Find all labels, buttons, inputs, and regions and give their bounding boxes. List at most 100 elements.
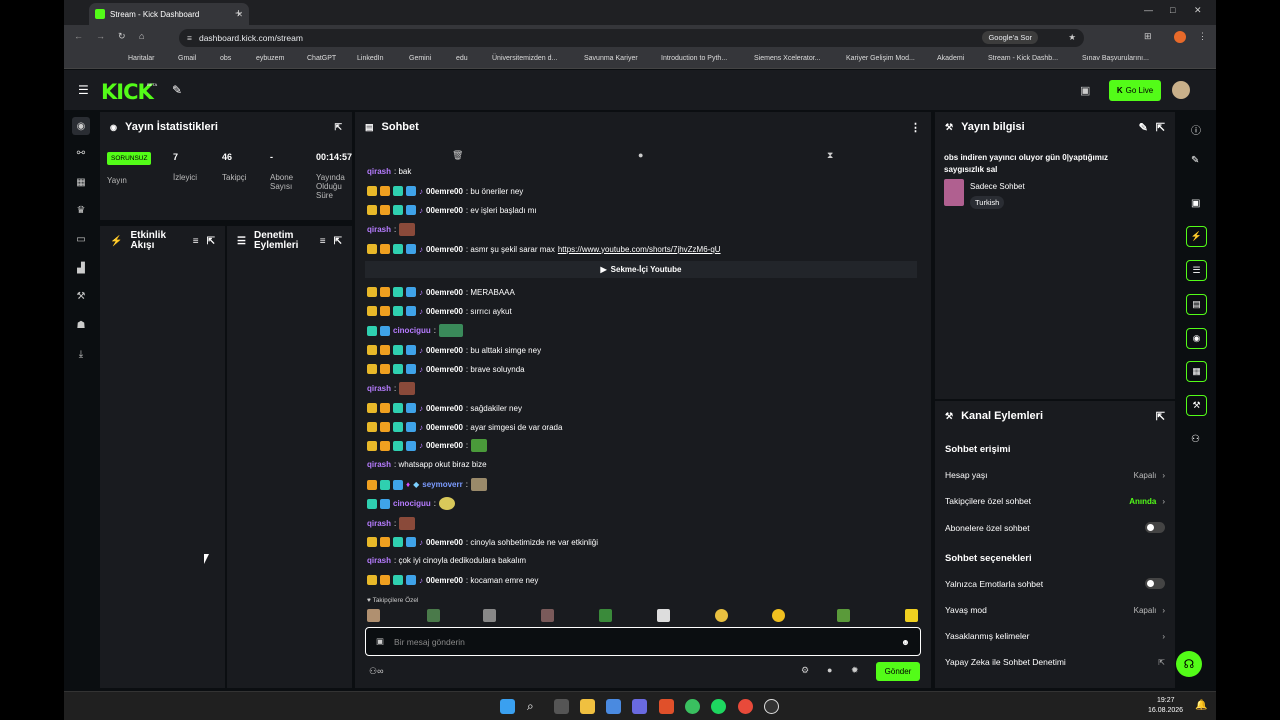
file-explorer-icon[interactable] [580, 699, 595, 714]
bookmark-item[interactable]: Akademi [937, 55, 964, 62]
download-icon[interactable]: ⤓ [75, 348, 87, 360]
emote-image[interactable] [427, 609, 440, 622]
emote-strip[interactable] [367, 609, 922, 623]
extensions-icon[interactable]: ⊞ [1144, 31, 1152, 42]
trophy-icon[interactable]: ♛ [75, 204, 87, 216]
bookmark-item[interactable]: LinkedIn [357, 55, 383, 62]
chat-link[interactable]: https://www.youtube.com/shorts/7jhvZzM6-… [558, 245, 721, 254]
tools-icon[interactable]: ✎ [172, 83, 182, 97]
display-icon[interactable]: ▣ [1080, 84, 1090, 97]
lightning-button[interactable]: ⚡ [1186, 226, 1207, 247]
chrome-icon[interactable] [738, 699, 753, 714]
hourglass-icon[interactable]: ⧗ [827, 150, 833, 161]
users-icon[interactable]: ⚇∞ [369, 666, 383, 677]
banned-words-row[interactable]: Yasaklanmış kelimeler › [945, 631, 1165, 641]
emotes-only-toggle[interactable] [1145, 578, 1165, 589]
broadcast-button[interactable]: ◉ [1186, 328, 1207, 349]
emote-image[interactable] [483, 609, 496, 622]
popout-icon[interactable]: ⇱ [334, 122, 342, 133]
pencil-icon[interactable]: ✎ [1191, 155, 1199, 166]
panel-icon[interactable]: ▣ [1191, 198, 1200, 209]
store-icon[interactable] [606, 699, 621, 714]
popout-icon[interactable]: ⇱ [1156, 410, 1165, 423]
wrench-icon[interactable]: ⚒ [75, 290, 87, 302]
bookmark-item[interactable]: eybuzem [256, 55, 284, 62]
send-button[interactable]: Gönder [876, 662, 920, 681]
search-icon[interactable]: ⌕ [527, 699, 542, 714]
popout-icon[interactable]: ⇱ [1156, 121, 1165, 134]
forward-icon[interactable]: → [96, 31, 105, 41]
bookmark-item[interactable]: Gmail [178, 55, 196, 62]
reload-icon[interactable]: ↻ [118, 31, 126, 42]
wrench-button[interactable]: ⚒ [1186, 395, 1207, 416]
followers-only-row[interactable]: Takipçilere özel sohbet Anında › [945, 496, 1165, 506]
support-icon[interactable]: ☊ [1176, 651, 1202, 677]
list-button[interactable]: ☰ [1186, 260, 1207, 281]
filter-icon[interactable]: ≡ [320, 236, 326, 247]
emote-image[interactable] [367, 609, 380, 622]
home-icon[interactable]: ⌂ [139, 31, 144, 41]
bookmark-item[interactable]: Introduction to Pyth... [661, 55, 727, 62]
whatsapp-icon[interactable] [685, 699, 700, 714]
settings-icon[interactable]: ⚙ [801, 665, 809, 676]
bookmark-item[interactable]: ChatGPT [307, 55, 336, 62]
subs-only-toggle[interactable] [1145, 522, 1165, 533]
emote-image[interactable] [599, 609, 612, 622]
kebab-icon[interactable]: ⋮ [910, 121, 921, 134]
notification-icon[interactable]: 🔔 [1195, 700, 1207, 711]
obs-icon[interactable] [764, 699, 779, 714]
slow-mode-row[interactable]: Yavaş mod Kapalı › [945, 605, 1165, 615]
back-icon[interactable]: ← [74, 31, 83, 41]
chat-bubble-icon[interactable]: ● [827, 665, 832, 675]
site-info-icon[interactable]: ≡ [187, 33, 192, 43]
video-icon[interactable]: ▭ [75, 233, 87, 245]
emote-image[interactable] [905, 609, 918, 622]
new-tab-icon[interactable]: + [235, 6, 242, 20]
bookmark-item[interactable]: Stream - Kick Dashb... [988, 55, 1058, 62]
emote-image[interactable] [541, 609, 554, 622]
emote-image[interactable] [657, 609, 670, 622]
close-window-icon[interactable]: ✕ [1194, 5, 1202, 16]
user-avatar[interactable] [1172, 81, 1190, 99]
app-icon[interactable] [632, 699, 647, 714]
kick-logo[interactable]: KICK [101, 80, 154, 104]
chat-button[interactable]: ▤ [1186, 294, 1207, 315]
go-live-button[interactable]: K Go Live [1109, 80, 1161, 101]
team-icon[interactable]: ☗ [75, 319, 87, 331]
analytics-icon[interactable]: ▦ [75, 176, 87, 188]
menu-kebab-icon[interactable]: ⋮ [1198, 31, 1207, 42]
bookmark-item[interactable]: Gemini [409, 55, 431, 62]
bookmark-item[interactable]: edu [456, 55, 468, 62]
chart-icon[interactable]: ▟ [75, 262, 87, 274]
account-age-row[interactable]: Hesap yaşı Kapalı › [945, 470, 1165, 480]
bookmark-item[interactable]: Siemens Xcelerator... [754, 55, 821, 62]
bookmark-item[interactable]: obs [220, 55, 231, 62]
bookmark-item[interactable]: Haritalar [128, 55, 154, 62]
trash-icon[interactable]: 🗑 [452, 150, 463, 161]
maximize-icon[interactable]: □ [1170, 5, 1175, 15]
ai-moderation-row[interactable]: Yapay Zeka ile Sohbet Denetimi ⇱ [945, 657, 1165, 667]
info-icon[interactable]: ⓘ [1191, 122, 1201, 137]
url-field[interactable]: ≡ dashboard.kick.com/stream Google'a Sor… [179, 29, 1084, 47]
emote-image[interactable] [837, 609, 850, 622]
profile-avatar[interactable] [1174, 31, 1186, 43]
broadcast-icon[interactable]: ◉ [72, 117, 90, 135]
task-view-icon[interactable] [554, 699, 569, 714]
edit-icon[interactable]: ✎ [1139, 121, 1148, 134]
bookmark-star-icon[interactable]: ★ [1068, 32, 1076, 43]
layers-button[interactable]: ▦ [1186, 361, 1207, 382]
badge-icon[interactable]: ✹ [851, 665, 859, 676]
popout-icon[interactable]: ⇱ [334, 236, 342, 247]
chat-input[interactable]: ▣ Bir mesaj gönderin ☻ [365, 627, 921, 656]
spotify-icon[interactable] [711, 699, 726, 714]
browser-tab[interactable]: Stream - Kick Dashboard ✕ [89, 3, 249, 25]
brave-icon[interactable] [659, 699, 674, 714]
filter-icon[interactable]: ≡ [193, 236, 199, 247]
bookmark-item[interactable]: Kariyer Gelişim Mod... [846, 55, 915, 62]
windows-start-icon[interactable] [500, 699, 515, 714]
bookmark-item[interactable]: Sınav Başvurularını... [1082, 55, 1149, 62]
link-icon[interactable]: ⚯ [75, 147, 87, 159]
google-ask-button[interactable]: Google'a Sor [982, 31, 1038, 44]
minimize-icon[interactable]: — [1144, 5, 1153, 15]
emote-image[interactable] [715, 609, 728, 622]
